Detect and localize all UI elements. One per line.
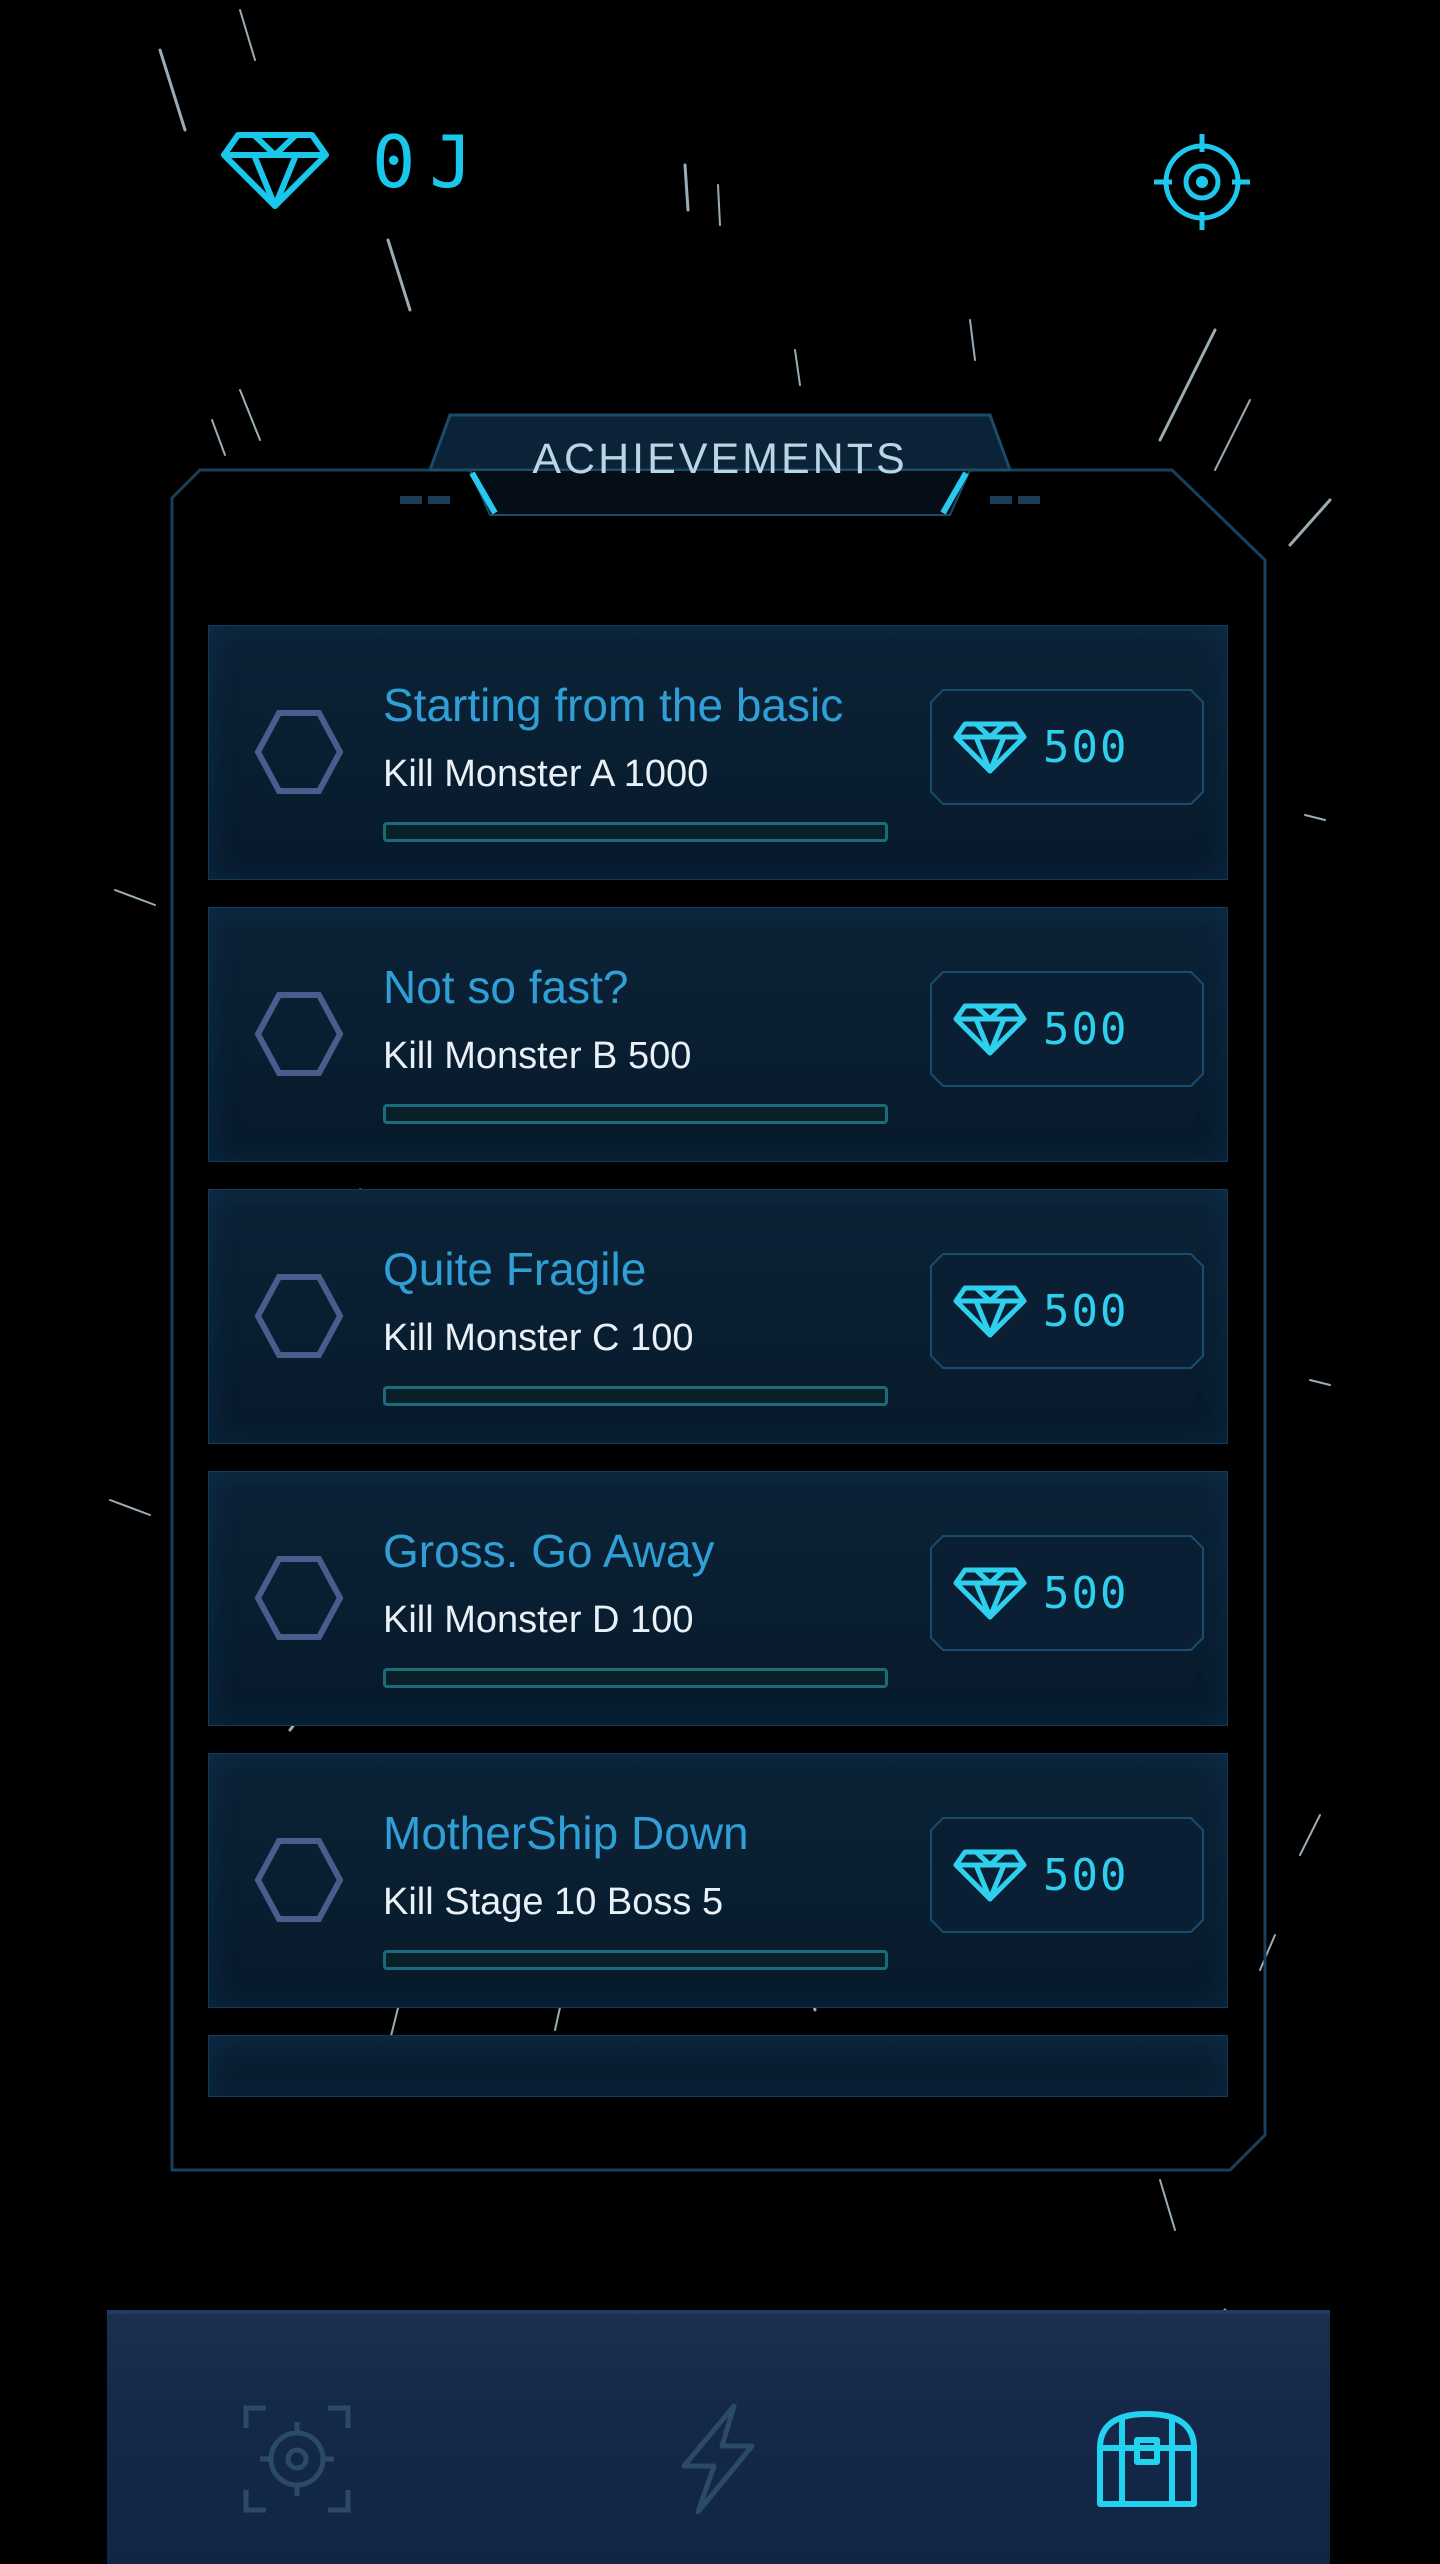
claim-reward-button[interactable]: 500 (929, 1252, 1205, 1370)
currency-value: 0J (372, 120, 487, 204)
reward-amount: 500 (1043, 1568, 1129, 1619)
panel-title: ACHIEVEMENTS (532, 435, 908, 483)
achievement-description: Kill Monster B 500 (383, 1035, 692, 1077)
achievement-title: Quite Fragile (383, 1243, 647, 1295)
achievement-description: Kill Monster C 100 (383, 1317, 694, 1359)
hexagon-badge-icon (254, 1838, 344, 1922)
crosshair-icon[interactable] (242, 2404, 352, 2514)
settings-target-icon[interactable] (1150, 130, 1254, 234)
claim-reward-button[interactable]: 500 (929, 970, 1205, 1088)
diamond-icon (953, 721, 1027, 774)
achievement-title: Gross. Go Away (383, 1525, 715, 1577)
progress-bar (383, 822, 888, 842)
claim-reward-button[interactable]: 500 (929, 1816, 1205, 1934)
achievement-description: Kill Stage 10 Boss 5 (383, 1881, 724, 1923)
diamond-icon (953, 1285, 1027, 1338)
hexagon-badge-icon (254, 1274, 344, 1358)
achievement-card: Quite Fragile Kill Monster C 100 500 (208, 1189, 1228, 1444)
hexagon-badge-icon (254, 710, 344, 794)
lightning-icon[interactable] (662, 2404, 772, 2514)
treasure-chest-icon[interactable] (1092, 2404, 1202, 2514)
achievement-description: Kill Monster A 1000 (383, 753, 709, 795)
reward-amount: 500 (1043, 722, 1129, 773)
reward-amount: 500 (1043, 1850, 1129, 1901)
achievement-card: Starting from the basic Kill Monster A 1… (208, 625, 1228, 880)
claim-reward-button[interactable]: 500 (929, 1534, 1205, 1652)
achievement-list: Starting from the basic Kill Monster A 1… (208, 625, 1228, 2097)
achievement-title: Starting from the basic (383, 679, 844, 731)
progress-bar (383, 1950, 888, 1970)
bottom-nav (107, 2310, 1330, 2564)
diamond-icon (953, 1567, 1027, 1620)
achievement-title: MotherShip Down (383, 1807, 749, 1859)
hexagon-badge-icon (254, 992, 344, 1076)
diamond-icon (953, 1849, 1027, 1902)
achievement-card: Gross. Go Away Kill Monster D 100 500 (208, 1471, 1228, 1726)
progress-bar (383, 1386, 888, 1406)
diamond-icon (953, 1003, 1027, 1056)
progress-bar (383, 1668, 888, 1688)
achievement-card-partial (208, 2035, 1228, 2097)
achievement-card: MotherShip Down Kill Stage 10 Boss 5 500 (208, 1753, 1228, 2008)
achievement-title: Not so fast? (383, 961, 629, 1013)
achievement-card: Not so fast? Kill Monster B 500 500 (208, 907, 1228, 1162)
progress-bar (383, 1104, 888, 1124)
reward-amount: 500 (1043, 1004, 1129, 1055)
reward-amount: 500 (1043, 1286, 1129, 1337)
claim-reward-button[interactable]: 500 (929, 688, 1205, 806)
achievement-description: Kill Monster D 100 (383, 1599, 694, 1641)
hexagon-badge-icon (254, 1556, 344, 1640)
diamond-icon (221, 132, 329, 209)
